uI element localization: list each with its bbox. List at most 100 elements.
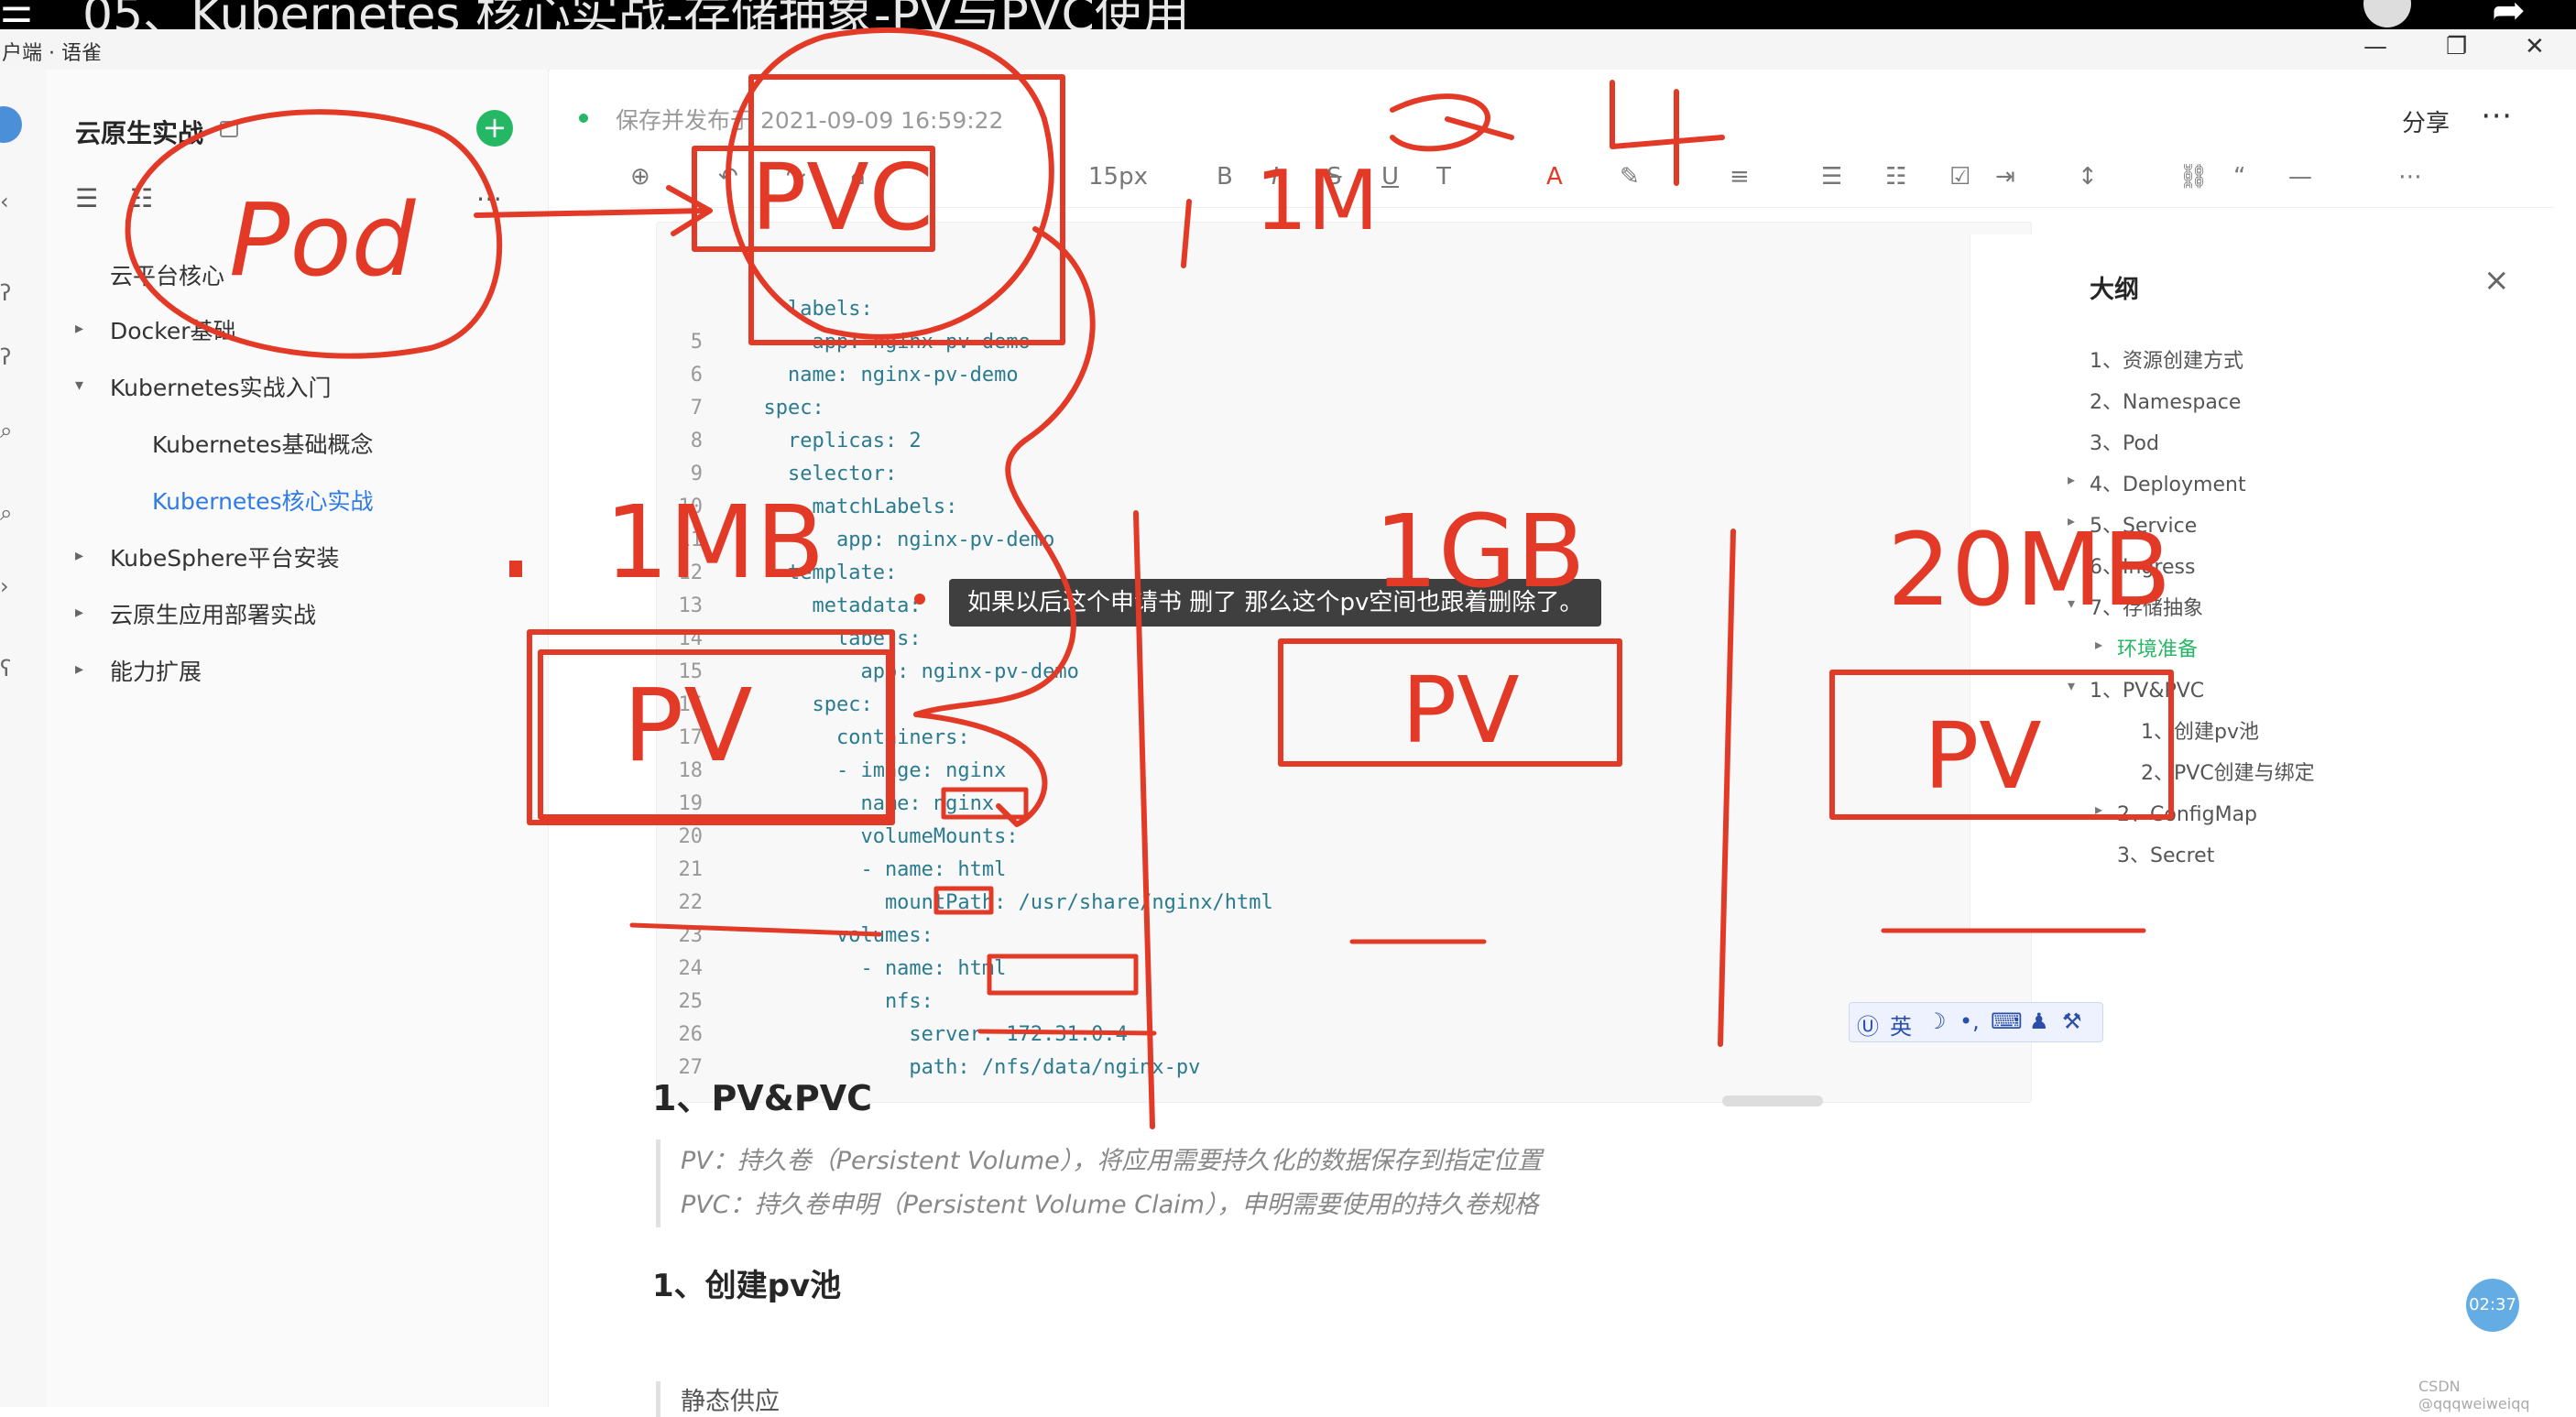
user-icon[interactable]: ♟ — [2029, 1008, 2049, 1034]
share-button[interactable]: 分享 — [2402, 104, 2450, 138]
line-number: 22 — [678, 891, 704, 914]
close-icon[interactable]: × — [2483, 262, 2510, 299]
keyboard-icon[interactable]: ⌨ — [1991, 1008, 2023, 1034]
outline-item-active[interactable]: 环境准备 — [2117, 633, 2198, 662]
rail-icon[interactable]: ⌕ — [0, 500, 12, 526]
outline-item[interactable]: 1、PV&PVC — [2090, 674, 2204, 703]
font-size-select[interactable]: 15px — [1088, 163, 1148, 191]
list-view-icon[interactable]: ☰ — [75, 183, 98, 213]
format-painter-icon[interactable]: ⌂ — [850, 163, 866, 191]
outline-item[interactable]: 3、Secret — [2117, 839, 2214, 868]
punctuation-icon[interactable]: •, — [1959, 1008, 1980, 1034]
code-block[interactable]: labels: 5 app: nginx-pv-demo 6 name: ngi… — [656, 222, 2032, 1103]
chevron-down-icon[interactable]: ▾ — [2068, 594, 2075, 612]
line-number: 5 — [690, 331, 703, 354]
code-scrollbar[interactable] — [1722, 1095, 1823, 1106]
chevron-right-icon[interactable]: ▸ — [2068, 553, 2075, 571]
chevron-right-icon[interactable]: ▸ — [75, 603, 83, 622]
rail-icon[interactable]: ʔ — [0, 280, 11, 306]
sidebar-item[interactable]: Kubernetes实战入门 — [110, 370, 332, 403]
definition-quote: PV：持久卷（Persistent Volume），将应用需要持久化的数据保存到… — [656, 1139, 1542, 1227]
wrench-icon[interactable]: ⚒ — [2062, 1008, 2082, 1034]
more-icon[interactable]: ⋯ — [476, 183, 502, 213]
ordered-list-icon[interactable]: ☷ — [1885, 163, 1906, 191]
sidebar-item[interactable]: KubeSphere平台安装 — [110, 540, 339, 573]
maximize-button[interactable]: ❐ — [2446, 33, 2467, 60]
sidebar-item[interactable]: 能力扩展 — [110, 654, 202, 687]
italic-icon[interactable]: I — [1272, 163, 1279, 191]
chevron-down-icon[interactable]: ▾ — [75, 376, 83, 395]
line-number: 18 — [678, 759, 704, 782]
strikethrough-icon[interactable]: S — [1326, 163, 1342, 191]
outline-item[interactable]: 6、Ingress — [2090, 550, 2195, 580]
outline-item[interactable]: 7、存储抽象 — [2090, 592, 2203, 621]
outline-item[interactable]: 3、Pod — [2090, 427, 2159, 456]
checkbox-icon[interactable]: ☑ — [1949, 163, 1970, 191]
minimize-button[interactable]: — — [2363, 33, 2387, 60]
outline-item[interactable]: 2、Namespace — [2090, 386, 2241, 415]
avatar[interactable] — [0, 106, 22, 143]
more-icon[interactable]: ⋯ — [2398, 163, 2422, 191]
divider-icon[interactable]: — — [2288, 163, 2312, 191]
video-title: 05、Kubernetes 核心实战-存储抽象-PV与PVC使用 — [82, 0, 1190, 29]
code-text: containers: — [739, 726, 970, 749]
chevron-right-icon[interactable]: ▸ — [75, 546, 83, 565]
ime-logo-icon[interactable]: Ⓤ — [1857, 1008, 1879, 1041]
insert-icon[interactable]: ⊕ — [630, 163, 650, 191]
outline-item[interactable]: 4、Deployment — [2090, 468, 2246, 497]
link-icon[interactable]: ⛓ — [2178, 163, 2209, 191]
sidebar-item[interactable]: Docker基础 — [110, 313, 236, 346]
outline-item[interactable]: 2、ConfigMap — [2117, 798, 2257, 827]
chevron-down-icon[interactable]: ▾ — [2068, 677, 2075, 694]
rail-icon[interactable]: ʔ — [0, 344, 11, 370]
line-height-icon[interactable]: ↕ — [2078, 163, 2098, 191]
outline-item[interactable]: 1、创建pv池 — [2141, 715, 2259, 745]
code-text: metadata: — [739, 594, 922, 617]
underline-icon[interactable]: U — [1381, 163, 1399, 191]
font-color-icon[interactable]: A — [1546, 163, 1563, 191]
redo-icon[interactable]: ↷ — [786, 163, 806, 191]
chevron-right-icon[interactable]: ▸ — [75, 659, 83, 679]
highlight-icon[interactable]: ✎ — [1620, 163, 1640, 191]
watch-later-icon[interactable] — [2363, 0, 2411, 27]
add-doc-button[interactable]: + — [476, 110, 513, 147]
line-number: 10 — [678, 496, 704, 518]
close-window-button[interactable]: ✕ — [2525, 33, 2545, 60]
chevron-right-icon[interactable]: ▸ — [2068, 512, 2075, 529]
undo-icon[interactable]: ↶ — [718, 163, 738, 191]
chevron-right-icon[interactable]: ▸ — [2095, 801, 2102, 818]
bold-icon[interactable]: B — [1217, 163, 1233, 191]
code-text: app: nginx-pv-demo — [739, 331, 1031, 354]
line-number: 12 — [678, 561, 704, 584]
sidebar-item-active[interactable]: Kubernetes核心实战 — [152, 484, 374, 517]
sidebar-item[interactable]: Kubernetes基础概念 — [152, 427, 374, 460]
sidebar-item[interactable]: 云平台核心 — [110, 258, 224, 291]
outline-item[interactable]: 2、PVC创建与绑定 — [2141, 757, 2315, 786]
chevron-right-icon[interactable]: ▸ — [2068, 471, 2075, 488]
more-icon[interactable]: ⋯ — [2481, 97, 2514, 134]
code-text: - name: html — [739, 957, 1007, 980]
outline-item[interactable]: 5、Service — [2090, 509, 2197, 539]
ime-toolbar[interactable]: Ⓤ 英 ☽ •, ⌨ ♟ ⚒ — [1849, 1002, 2103, 1042]
rail-icon[interactable]: › — [0, 573, 9, 599]
rail-icon[interactable]: ‹ — [0, 189, 9, 214]
sidebar-item[interactable]: 云原生应用部署实战 — [110, 597, 316, 630]
code-text: template: — [739, 561, 898, 584]
bullet-list-icon[interactable]: ☰ — [1821, 163, 1842, 191]
code-text: name: nginx-pv-demo — [739, 364, 1019, 387]
text-style-icon[interactable]: T — [1436, 163, 1451, 191]
quote-icon[interactable]: “ — [2233, 163, 2245, 191]
ime-language[interactable]: 英 — [1890, 1008, 1912, 1041]
rail-icon[interactable]: ʕ — [0, 656, 11, 681]
share-arrow-icon[interactable]: ➦ — [2492, 0, 2526, 29]
playlist-icon[interactable]: ☰ — [0, 0, 33, 29]
search-icon[interactable]: ⌕ — [0, 418, 12, 443]
code-text: app: nginx-pv-demo — [739, 660, 1079, 683]
outline-item[interactable]: 1、资源创建方式 — [2090, 344, 2243, 374]
indent-icon[interactable]: ⇥ — [1995, 163, 2015, 191]
chevron-right-icon[interactable]: ▸ — [2095, 636, 2102, 653]
moon-icon[interactable]: ☽ — [1927, 1008, 1947, 1034]
tree-view-icon[interactable]: ☷ — [130, 183, 153, 213]
align-icon[interactable]: ≡ — [1730, 163, 1750, 191]
chevron-right-icon[interactable]: ▸ — [75, 319, 83, 338]
